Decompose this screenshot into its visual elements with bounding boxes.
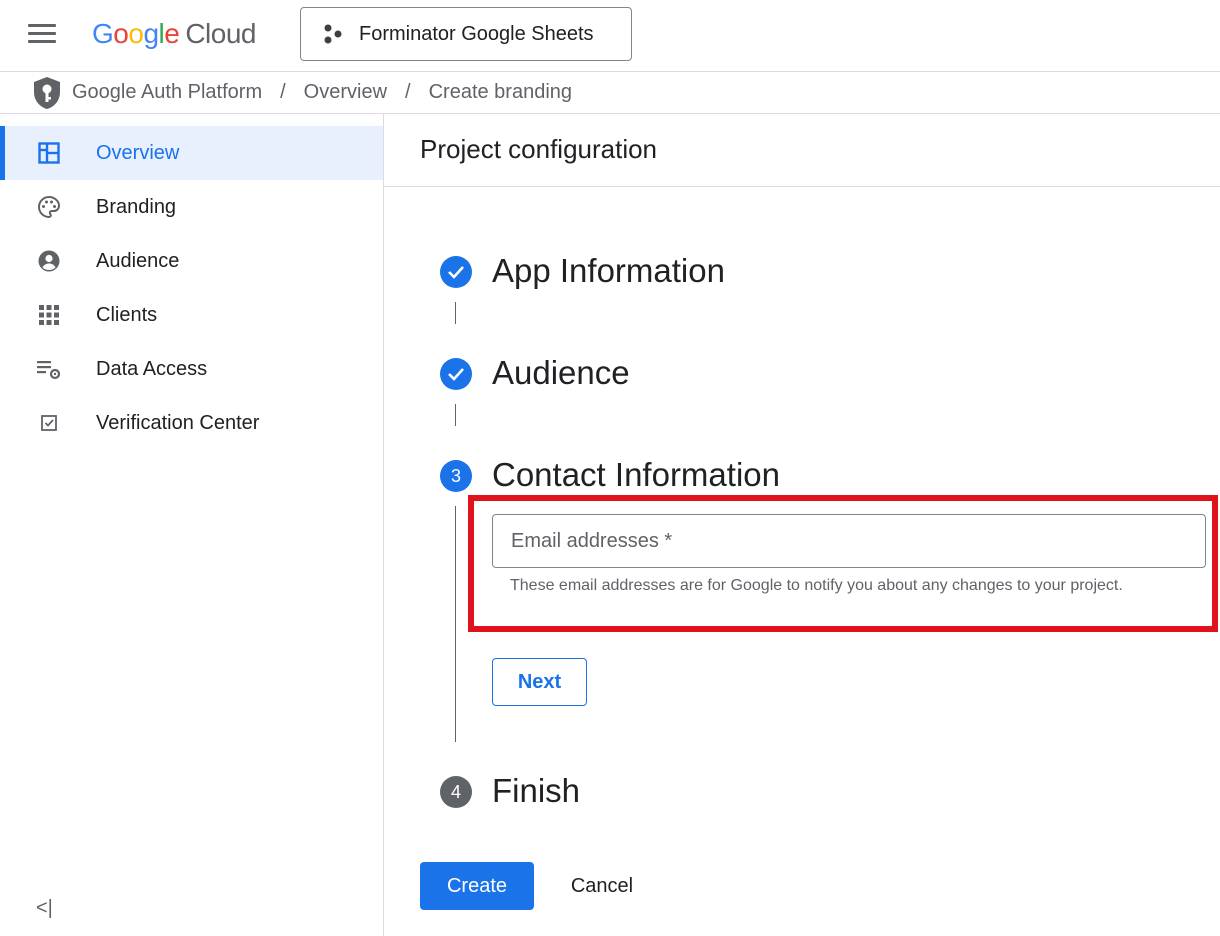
collapse-sidebar-icon[interactable]: <|	[36, 897, 53, 920]
email-addresses-input[interactable]	[492, 514, 1206, 568]
step-number-badge: 4	[440, 776, 472, 808]
breadcrumb: Google Auth Platform / Overview / Create…	[0, 72, 1220, 114]
checkbox-icon	[36, 410, 62, 436]
step-label-finish: Finish	[492, 772, 581, 809]
list-settings-icon	[36, 356, 62, 382]
step-complete-check-icon	[440, 256, 472, 288]
cancel-button[interactable]: Cancel	[552, 862, 652, 910]
project-name: Forminator Google Sheets	[359, 22, 594, 45]
dashboard-icon	[36, 140, 62, 166]
create-button[interactable]: Create	[420, 862, 534, 910]
sidebar-item-label: Branding	[96, 195, 177, 218]
top-bar: Google Cloud Forminator Google Sheets	[0, 0, 1220, 72]
sidebar-item-branding[interactable]: Branding	[0, 180, 383, 234]
breadcrumb-separator: /	[405, 81, 411, 103]
sidebar-item-label: Clients	[96, 303, 158, 326]
breadcrumb-overview[interactable]: Overview	[304, 81, 387, 104]
step-connector	[455, 302, 456, 324]
sidebar-item-label: Audience	[96, 249, 180, 272]
sidebar-item-label: Data Access	[96, 357, 208, 380]
account-circle-icon	[36, 248, 62, 274]
page-title: Project configuration	[420, 134, 658, 164]
sidebar: Overview Branding Audience Clients Data …	[0, 114, 384, 936]
step-complete-check-icon	[440, 358, 472, 390]
divider	[384, 186, 1220, 187]
step-label-contact-information: Contact Information	[492, 456, 780, 493]
breadcrumb-create-branding: Create branding	[428, 81, 573, 103]
sidebar-item-audience[interactable]: Audience	[0, 234, 383, 288]
sidebar-item-clients[interactable]: Clients	[0, 288, 383, 342]
email-helper-text: These email addresses are for Google to …	[510, 577, 1123, 594]
sidebar-item-overview[interactable]: Overview	[0, 126, 383, 180]
sidebar-item-label: Overview	[96, 141, 180, 164]
palette-icon	[36, 194, 62, 220]
main-menu-icon[interactable]	[28, 24, 56, 44]
step-label-audience: Audience	[492, 354, 630, 391]
step-label-app-information: App Information	[492, 252, 725, 289]
apps-grid-icon	[36, 302, 62, 328]
sidebar-item-label: Verification Center	[96, 411, 260, 434]
google-cloud-logo[interactable]: Google Cloud	[92, 16, 256, 52]
main-content: Project configuration App Information Au…	[384, 114, 1220, 936]
shield-key-icon	[34, 76, 60, 109]
sidebar-item-data-access[interactable]: Data Access	[0, 342, 383, 396]
breadcrumb-google-auth-platform[interactable]: Google Auth Platform	[72, 81, 262, 104]
step-number-badge: 3	[440, 460, 472, 492]
project-picker-button[interactable]: Forminator Google Sheets	[300, 7, 632, 61]
step-connector	[455, 404, 456, 426]
sidebar-item-verification-center[interactable]: Verification Center	[0, 396, 383, 450]
next-button[interactable]: Next	[492, 658, 587, 706]
step-connector	[455, 506, 456, 742]
breadcrumb-separator: /	[280, 81, 286, 103]
project-hub-icon	[324, 24, 342, 44]
